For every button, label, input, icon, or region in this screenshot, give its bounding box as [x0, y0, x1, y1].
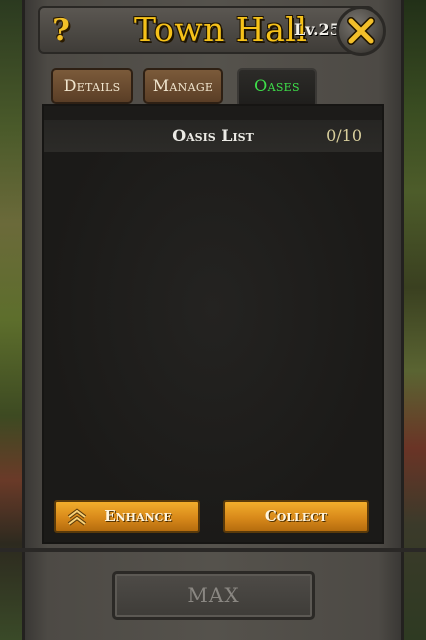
tab-manage[interactable]: Manage [143, 68, 223, 104]
max-label: MAX [187, 583, 240, 607]
tab-oases[interactable]: Oases [237, 68, 317, 108]
oasis-list-panel: Oasis List 0/10 [42, 104, 384, 544]
panel-divider [0, 548, 426, 552]
oasis-list-body [44, 152, 382, 542]
help-button[interactable]: ? [44, 14, 78, 48]
oasis-list-header: Oasis List 0/10 [44, 120, 382, 152]
chevron-up-double-icon [67, 508, 87, 526]
building-level: Lv.25 [294, 20, 341, 39]
collect-button[interactable]: Collect [223, 500, 369, 533]
close-button[interactable] [336, 6, 386, 56]
close-icon [347, 17, 375, 45]
enhance-label: Enhance [104, 507, 172, 525]
collect-label: Collect [264, 507, 328, 525]
max-button[interactable]: MAX [112, 571, 315, 620]
enhance-button[interactable]: Enhance [54, 500, 200, 533]
help-icon: ? [52, 13, 70, 48]
window-title: Town Hall [134, 10, 308, 49]
tab-details[interactable]: Details [51, 68, 133, 104]
oasis-count: 0/10 [326, 126, 362, 145]
